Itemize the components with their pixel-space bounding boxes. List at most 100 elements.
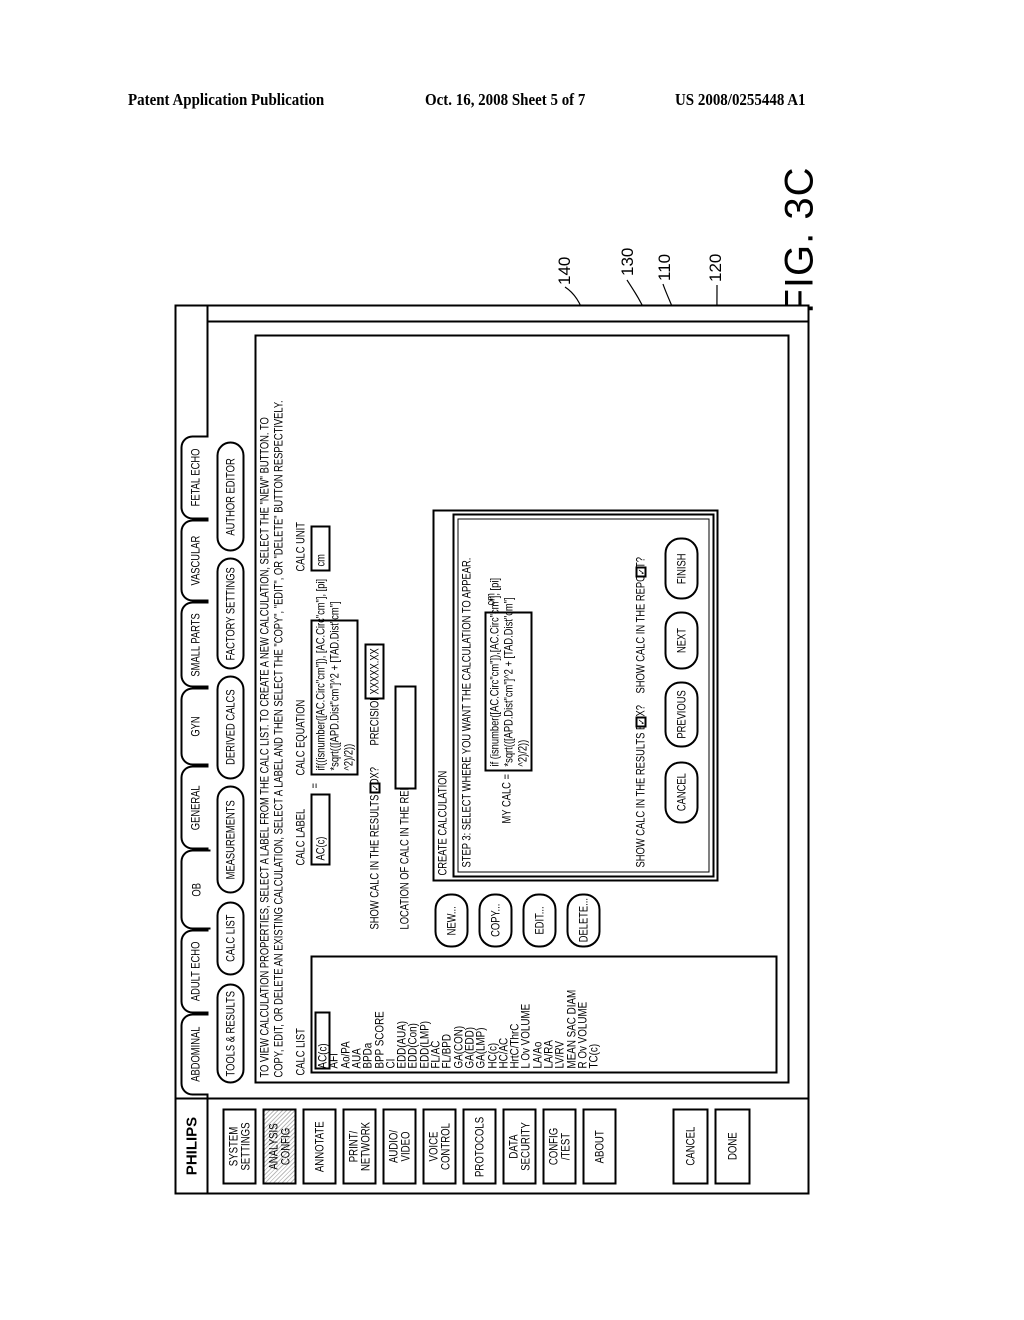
instructions-line-1: TO VIEW CALCULATION PROPERTIES, SELECT A… (257, 417, 272, 1078)
sidebar-cancel-button[interactable]: CANCEL (672, 1108, 709, 1185)
publication-number: US 2008/0255448 A1 (675, 90, 806, 109)
sidebar-item-system-settings[interactable]: SYSTEM SETTINGS (222, 1108, 257, 1185)
precision-label: PRECISION: (367, 691, 382, 746)
precision-field[interactable]: XXXXX.XX (364, 643, 385, 700)
ultrasound-config-screen: PHILIPS SYSTEM SETTINGS ANALYSIS CONFIG … (174, 304, 810, 1195)
dialog-equation-line: ^2)/2)) (515, 739, 530, 767)
sidebar: PHILIPS SYSTEM SETTINGS ANALYSIS CONFIG … (176, 1097, 808, 1193)
subtab-tools-results[interactable]: TOOLS & RESULTS (216, 983, 245, 1084)
philips-logo: PHILIPS (176, 1099, 209, 1193)
sidebar-item-label: DATA SECURITY (506, 1122, 533, 1171)
tab-fetal-echo[interactable]: FETAL ECHO (180, 435, 209, 520)
dialog-equation-field: if (isnumber([AC.Circ"cm"]),[AC.Circ"cm"… (484, 578, 533, 772)
tab-small-parts[interactable]: SMALL PARTS (180, 601, 209, 688)
location-in-report-field[interactable] (394, 685, 417, 790)
sidebar-item-about[interactable]: ABOUT (582, 1108, 617, 1185)
brand-text: PHILIPS (183, 1116, 200, 1176)
sidebar-item-label: SYSTEM SETTINGS (226, 1122, 253, 1171)
sidebar-item-annotate[interactable]: ANNOTATE (302, 1108, 337, 1185)
sidebar-item-print-network[interactable]: PRINT/ NETWORK (342, 1108, 377, 1185)
ref-numeral-130: 130 (618, 247, 637, 276)
sidebar-item-label: ANALYSIS CONFIG (266, 1123, 293, 1170)
dialog-previous-label: PREVIOUS (674, 690, 689, 739)
tab-label: ABDOMINAL (188, 1026, 203, 1083)
dialog-finish-label: FINISH (674, 553, 689, 584)
dialog-next-label: NEXT (674, 628, 689, 653)
subtab-label: MEASUREMENTS (223, 799, 238, 880)
sidebar-item-label: ABOUT (592, 1129, 607, 1164)
tab-label: GYN (188, 716, 203, 737)
tab-vascular[interactable]: VASCULAR (180, 519, 209, 602)
dialog-previous-button[interactable]: PREVIOUS (664, 681, 699, 748)
subtab-factory-settings[interactable]: FACTORY SETTINGS (216, 557, 245, 670)
calc-list-heading: CALC LIST (293, 1028, 308, 1076)
sidebar-item-data-security[interactable]: DATA SECURITY (502, 1108, 537, 1185)
calc-list[interactable]: AC(c) AFI Ao/PA AUA BPDa BPP SCORE CI EDD(AUA) E… (310, 955, 778, 1074)
sidebar-item-label: VOICE CONTROL (426, 1123, 453, 1170)
ref-numeral-120: 120 (706, 253, 725, 282)
calc-label-field[interactable]: AC(c) (310, 793, 331, 866)
calc-label-heading: CALC LABEL (293, 808, 308, 866)
sidebar-done-label: DONE (725, 1132, 740, 1161)
calc-list-item[interactable]: TC(c) (587, 1044, 601, 1069)
dialog-show-in-report-checkbox[interactable]: ✓ (635, 566, 647, 578)
delete-button[interactable]: DELETE... (566, 893, 601, 948)
calc-equation-heading: CALC EQUATION (293, 699, 308, 776)
sidebar-item-label: CONFIG /TEST (546, 1127, 573, 1166)
calc-unit-field[interactable]: cm (310, 525, 331, 572)
show-in-results-checkbox[interactable]: ✓ (369, 782, 381, 794)
derived-calcs-panel: TO VIEW CALCULATION PROPERTIES, SELECT A… (254, 334, 790, 1084)
figure-label: FIG. 3C (770, 166, 830, 313)
subtab-label: TOOLS & RESULTS (223, 990, 238, 1077)
calc-equation-line: if((isnumber([AC.Circ"cm"]), [AC.Circ"cm… (313, 578, 328, 771)
dialog-cancel-button[interactable]: CANCEL (664, 761, 699, 824)
sidebar-item-voice-control[interactable]: VOICE CONTROL (422, 1108, 457, 1185)
subtab-label: FACTORY SETTINGS (223, 566, 238, 661)
copy-button[interactable]: COPY... (478, 893, 513, 948)
dialog-finish-button[interactable]: FINISH (664, 537, 699, 600)
sidebar-item-analysis-config[interactable]: ANALYSIS CONFIG (262, 1108, 297, 1185)
sidebar-cancel-label: CANCEL (683, 1127, 698, 1166)
subtab-label: AUTHOR EDITOR (223, 457, 238, 536)
subtab-label: CALC LIST (223, 914, 238, 963)
subtab-label: DERIVED CALCS (223, 689, 238, 766)
tab-abdominal[interactable]: ABDOMINAL (180, 1013, 209, 1096)
precision-value: XXXXX.XX (367, 648, 382, 695)
sidebar-done-button[interactable]: DONE (714, 1108, 751, 1185)
dialog-cancel-label: CANCEL (674, 773, 689, 812)
tab-label: VASCULAR (188, 535, 203, 586)
subtab-derived-calcs[interactable]: DERIVED CALCS (216, 675, 245, 780)
tab-label: GENERAL (188, 785, 203, 830)
tab-label: ADULT ECHO (188, 941, 203, 1002)
publication-date-sheet: Oct. 16, 2008 Sheet 5 of 7 (425, 90, 586, 109)
tab-gyn[interactable]: GYN (180, 687, 209, 766)
calc-unit-value: cm (313, 554, 328, 567)
dialog-step-text: STEP 3: SELECT WHERE YOU WANT THE CALCUL… (459, 557, 474, 868)
subtab-calc-list[interactable]: CALC LIST (216, 901, 245, 976)
subtab-measurements[interactable]: MEASUREMENTS (216, 785, 245, 894)
tab-general[interactable]: GENERAL (180, 765, 209, 850)
edit-button-label: EDIT... (532, 906, 547, 935)
dialog-show-in-report-label: SHOW CALC IN THE REPORT? (633, 557, 648, 694)
calc-equation-field[interactable]: if((isnumber([AC.Circ"cm"]), [AC.Circ"cm… (310, 579, 359, 776)
sidebar-item-audio-video[interactable]: AUDIO/ VIDEO (382, 1108, 417, 1185)
tab-label: FETAL ECHO (188, 448, 203, 507)
dialog-next-button[interactable]: NEXT (664, 611, 699, 670)
instructions-line-2: COPY, EDIT, OR DELETE AN EXISTING CALCUL… (271, 400, 286, 1078)
sidebar-item-config-test[interactable]: CONFIG /TEST (542, 1108, 577, 1185)
dialog-title: CREATE CALCULATION (435, 770, 450, 876)
dialog-body: STEP 3: SELECT WHERE YOU WANT THE CALCUL… (452, 513, 715, 878)
tab-label: SMALL PARTS (188, 612, 203, 677)
sidebar-item-protocols[interactable]: PROTOCOLS (462, 1108, 497, 1185)
exam-tabs: ABDOMINAL ADULT ECHO OB GENERAL GYN SMAL… (176, 306, 211, 1098)
tab-ob[interactable]: OB (180, 849, 211, 930)
subtab-author-editor[interactable]: AUTHOR EDITOR (216, 441, 245, 552)
edit-button[interactable]: EDIT... (522, 893, 557, 948)
my-calc-label: MY CALC = (499, 773, 514, 824)
ref-numeral-110: 110 (655, 253, 674, 281)
new-button[interactable]: NEW... (434, 893, 469, 948)
tab-adult-echo[interactable]: ADULT ECHO (180, 929, 209, 1014)
dialog-show-in-results-label: SHOW CALC IN THE RESULTS BOX? (633, 705, 648, 868)
dialog-show-in-results-checkbox[interactable]: ✓ (635, 716, 647, 728)
sidebar-item-label: PRINT/ NETWORK (346, 1121, 373, 1172)
